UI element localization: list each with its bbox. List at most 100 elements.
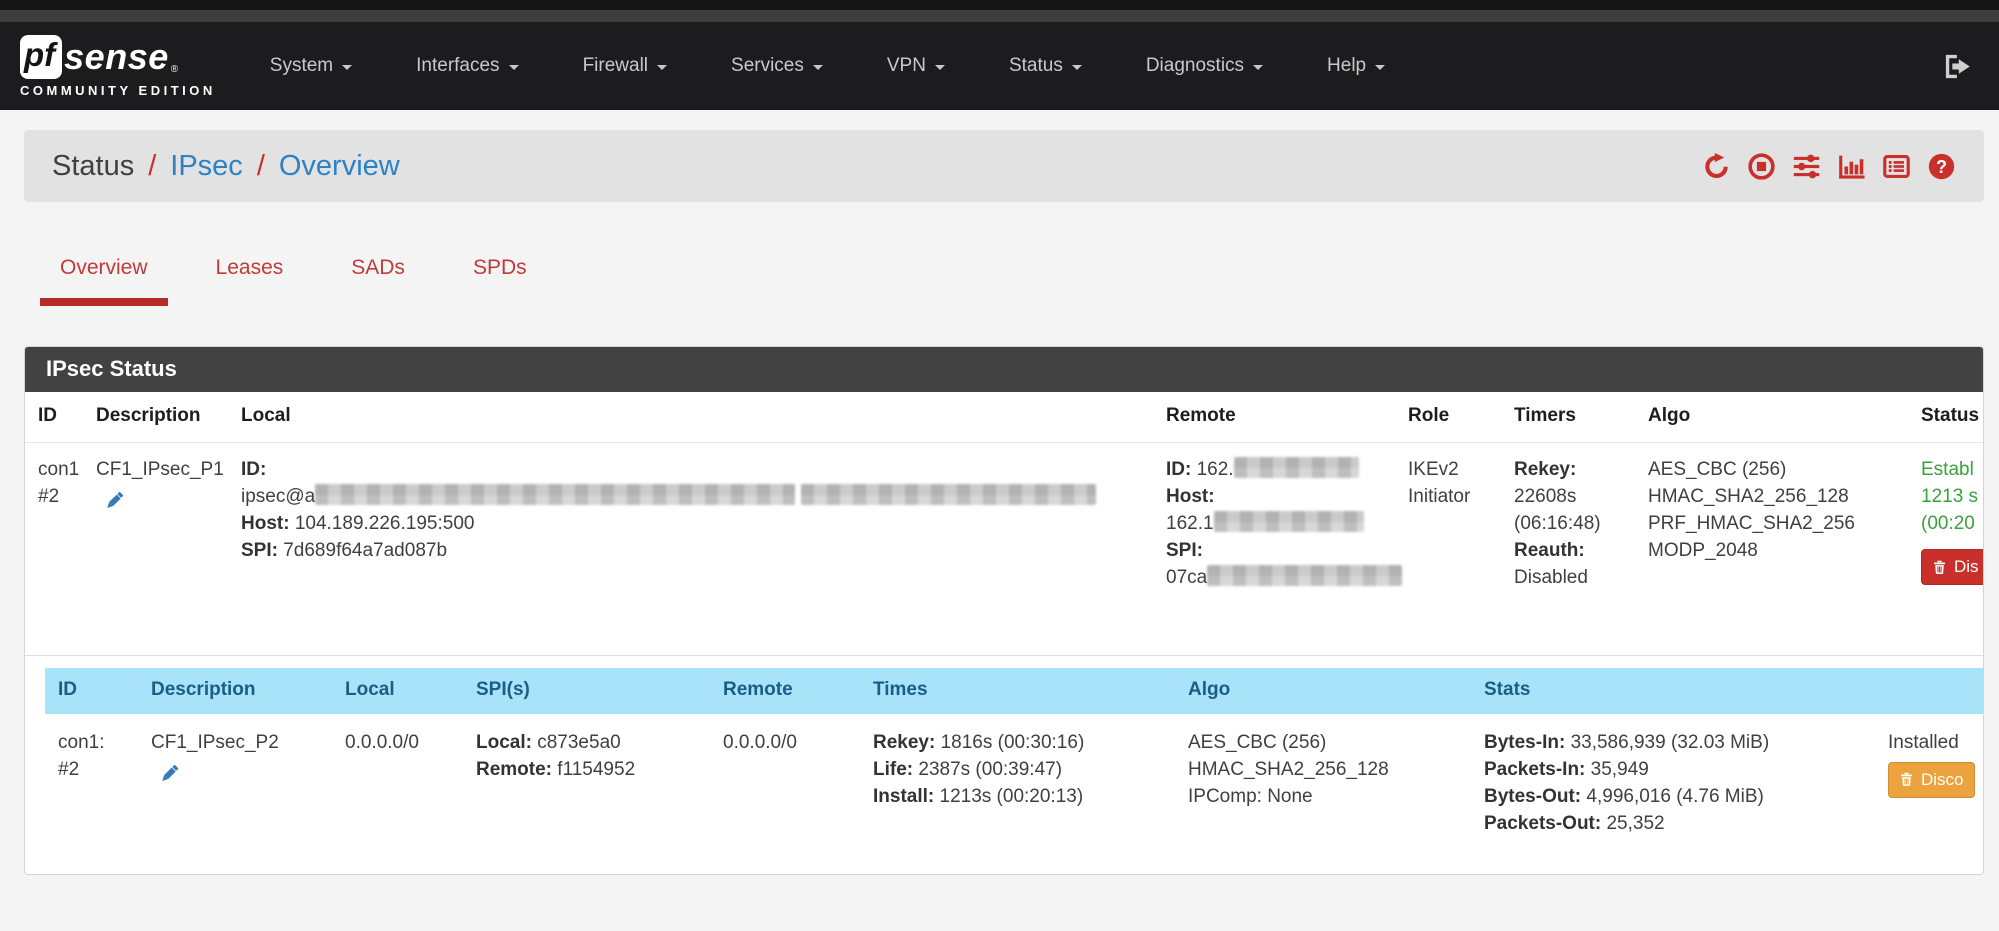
ike-cell-status: Establ 1213 s (00:20 Dis — [1908, 443, 1983, 655]
ike-cell-algo: AES_CBC (256) HMAC_SHA2_256_128 PRF_HMAC… — [1635, 443, 1908, 655]
child-col-algo: Algo — [1175, 668, 1471, 714]
ipsec-status-panel: IPsec Status ID Description Local Remote… — [24, 346, 1984, 875]
chevron-down-icon — [342, 65, 352, 70]
child-cell-stats: Bytes-In: 33,586,939 (32.03 MiB) Packets… — [1471, 714, 1875, 874]
page-content: Status / IPsec / Overview — [0, 110, 1999, 875]
menu-diagnostics[interactable]: Diagnostics — [1146, 55, 1263, 77]
redacted-value — [315, 484, 795, 505]
ike-col-description: Description — [83, 392, 228, 443]
window-sub-strip — [0, 10, 1999, 22]
chevron-down-icon — [1072, 65, 1082, 70]
ike-cell-id: con1 #2 — [25, 443, 83, 655]
ike-col-id: ID — [25, 392, 83, 443]
ike-col-timers: Timers — [1501, 392, 1635, 443]
breadcrumb-separator: / — [257, 150, 265, 183]
breadcrumb-link-ipsec[interactable]: IPsec — [170, 150, 243, 183]
panel-title: IPsec Status — [25, 347, 1983, 392]
breadcrumb-link-overview[interactable]: Overview — [279, 150, 400, 183]
ike-cell-role: IKEv2 Initiator — [1395, 443, 1501, 655]
redacted-value — [1234, 457, 1359, 478]
child-cell-spis: Local: c873e5a0 Remote: f1154952 — [463, 714, 710, 874]
logo-registered-mark: ® — [171, 64, 178, 75]
sliders-icon[interactable] — [1792, 152, 1821, 181]
tab-sads[interactable]: SADs — [331, 248, 425, 306]
chevron-down-icon — [1375, 65, 1385, 70]
status-installed-text: Installed — [1888, 729, 1972, 756]
ike-col-status: Status — [1908, 392, 1983, 443]
menu-system[interactable]: System — [270, 55, 352, 77]
ike-col-remote: Remote — [1153, 392, 1395, 443]
ike-header-row: ID Description Local Remote Role Timers … — [25, 392, 1983, 443]
chevron-down-icon — [813, 65, 823, 70]
ike-col-algo: Algo — [1635, 392, 1908, 443]
sub-tabs: Overview Leases SADs SPDs — [40, 248, 1984, 306]
logo-sense-text: sense — [64, 36, 169, 78]
redacted-value — [801, 484, 1096, 505]
child-cell-remote: 0.0.0.0/0 — [710, 714, 860, 874]
table-scroll-area[interactable]: ID Description Local Remote Role Timers … — [25, 392, 1983, 874]
help-icon[interactable]: ? — [1927, 152, 1956, 181]
ike-sa-table: ID Description Local Remote Role Timers … — [25, 392, 1983, 655]
menu-interfaces[interactable]: Interfaces — [416, 55, 518, 77]
row-divider — [25, 655, 1983, 656]
child-sa-section: ID Description Local SPI(s) Remote Times… — [45, 668, 1983, 874]
trash-icon — [1899, 771, 1914, 788]
child-cell-local: 0.0.0.0/0 — [332, 714, 463, 874]
child-header-row: ID Description Local SPI(s) Remote Times… — [45, 668, 1983, 714]
main-menu: System Interfaces Firewall Services VPN … — [270, 55, 1942, 77]
breadcrumb-separator: / — [148, 150, 156, 183]
ike-col-local: Local — [228, 392, 1153, 443]
ike-cell-local: ID: ipsec@a Host: 104.189.226.195:500 SP… — [228, 443, 1153, 655]
ike-cell-timers: Rekey: 22608s (06:16:48) Reauth: Disable… — [1501, 443, 1635, 655]
menu-status[interactable]: Status — [1009, 55, 1082, 77]
child-sa-table: ID Description Local SPI(s) Remote Times… — [45, 668, 1983, 874]
chevron-down-icon — [509, 65, 519, 70]
ike-col-role: Role — [1395, 392, 1501, 443]
chevron-down-icon — [657, 65, 667, 70]
chevron-down-icon — [1253, 65, 1263, 70]
child-col-times: Times — [860, 668, 1175, 714]
menu-services[interactable]: Services — [731, 55, 823, 77]
edit-pencil-icon[interactable] — [157, 761, 182, 789]
logo-edition-text: COMMUNITY EDITION — [20, 83, 216, 98]
status-established-text: Establ — [1921, 456, 1983, 483]
menu-firewall[interactable]: Firewall — [583, 55, 667, 77]
ike-cell-remote: ID: 162. Host: 162.1 SPI: 07ca — [1153, 443, 1395, 655]
page-action-icons: ? — [1702, 152, 1956, 181]
redacted-value — [1214, 511, 1364, 532]
trash-icon — [1932, 559, 1947, 576]
tab-leases[interactable]: Leases — [196, 248, 304, 306]
pfsense-logo[interactable]: pf sense ® COMMUNITY EDITION — [20, 35, 216, 98]
breadcrumb: Status / IPsec / Overview — [52, 150, 400, 183]
redacted-value — [1207, 565, 1402, 586]
child-col-stats: Stats — [1471, 668, 1875, 714]
child-col-remote: Remote — [710, 668, 860, 714]
breadcrumb-section: Status — [52, 150, 134, 183]
disconnect-button[interactable]: Dis — [1921, 549, 1983, 585]
disconnect-button[interactable]: Disco — [1888, 762, 1975, 798]
tab-spds[interactable]: SPDs — [453, 248, 547, 306]
logo-pf-box: pf — [20, 35, 62, 79]
breadcrumb-bar: Status / IPsec / Overview — [24, 130, 1984, 202]
child-cell-id: con1: #2 — [45, 714, 138, 874]
tab-overview[interactable]: Overview — [40, 248, 168, 306]
child-cell-times: Rekey: 1816s (00:30:16) Life: 2387s (00:… — [860, 714, 1175, 874]
child-col-spis: SPI(s) — [463, 668, 710, 714]
child-cell-algo: AES_CBC (256) HMAC_SHA2_256_128 IPComp: … — [1175, 714, 1471, 874]
edit-pencil-icon[interactable] — [102, 488, 127, 516]
window-top-strip — [0, 0, 1999, 10]
menu-help[interactable]: Help — [1327, 55, 1385, 77]
child-cell-description: CF1_IPsec_P2 — [138, 714, 332, 874]
table-row: con1 #2 CF1_IPsec_P1 — [25, 443, 1983, 655]
child-col-id: ID — [45, 668, 138, 714]
child-col-status — [1875, 668, 1983, 714]
log-icon[interactable] — [1882, 152, 1911, 181]
refresh-icon[interactable] — [1702, 152, 1731, 181]
menu-vpn[interactable]: VPN — [887, 55, 945, 77]
stop-icon[interactable] — [1747, 152, 1776, 181]
bar-chart-icon[interactable] — [1837, 152, 1866, 181]
child-col-description: Description — [138, 668, 332, 714]
chevron-down-icon — [935, 65, 945, 70]
sign-out-icon[interactable] — [1942, 51, 1973, 82]
child-col-local: Local — [332, 668, 463, 714]
